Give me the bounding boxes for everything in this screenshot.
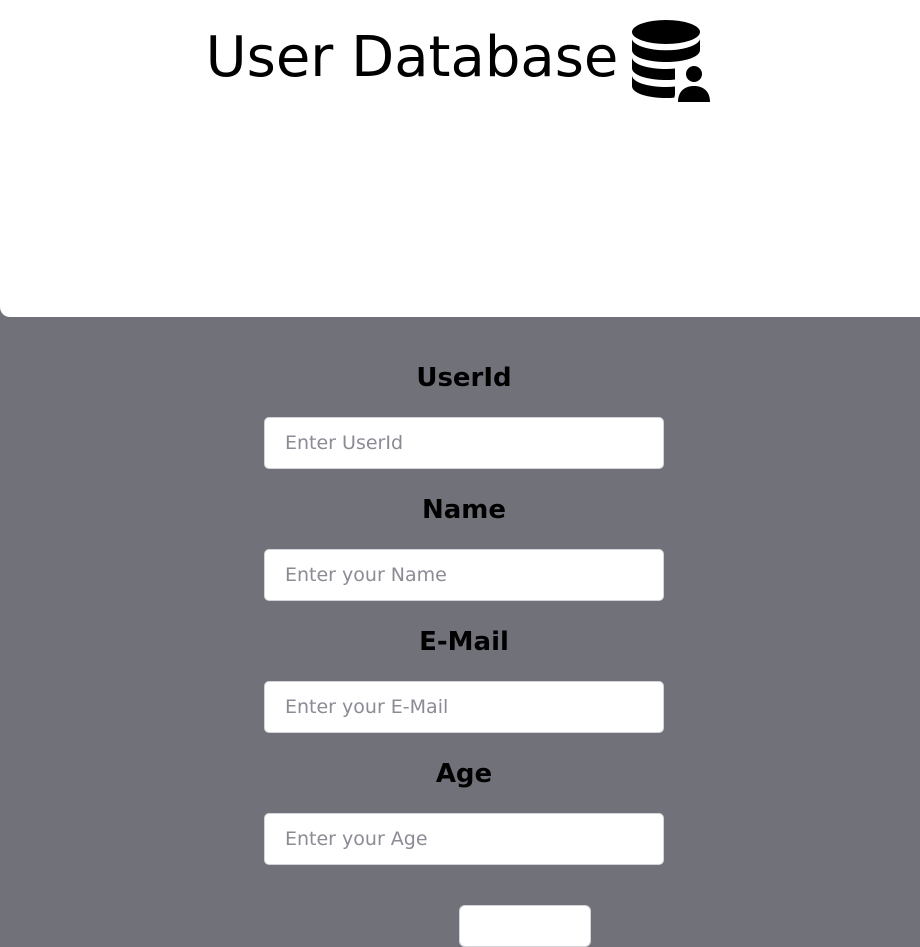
database-user-icon xyxy=(630,18,715,102)
field-email: E-Mail xyxy=(264,625,664,733)
name-input[interactable] xyxy=(264,549,664,601)
page-title: User Database xyxy=(205,25,619,90)
header: User Database xyxy=(0,0,920,317)
userid-input[interactable] xyxy=(264,417,664,469)
userid-label: UserId xyxy=(416,363,512,393)
age-label: Age xyxy=(435,759,493,789)
field-userid: UserId xyxy=(264,361,664,469)
age-input[interactable] xyxy=(264,813,664,865)
title-row: User Database xyxy=(0,14,920,102)
field-age: Age xyxy=(264,757,664,865)
email-input[interactable] xyxy=(264,681,664,733)
email-label: E-Mail xyxy=(419,627,509,657)
name-label: Name xyxy=(421,495,507,525)
field-name: Name xyxy=(264,493,664,601)
submit-button[interactable] xyxy=(459,905,591,947)
